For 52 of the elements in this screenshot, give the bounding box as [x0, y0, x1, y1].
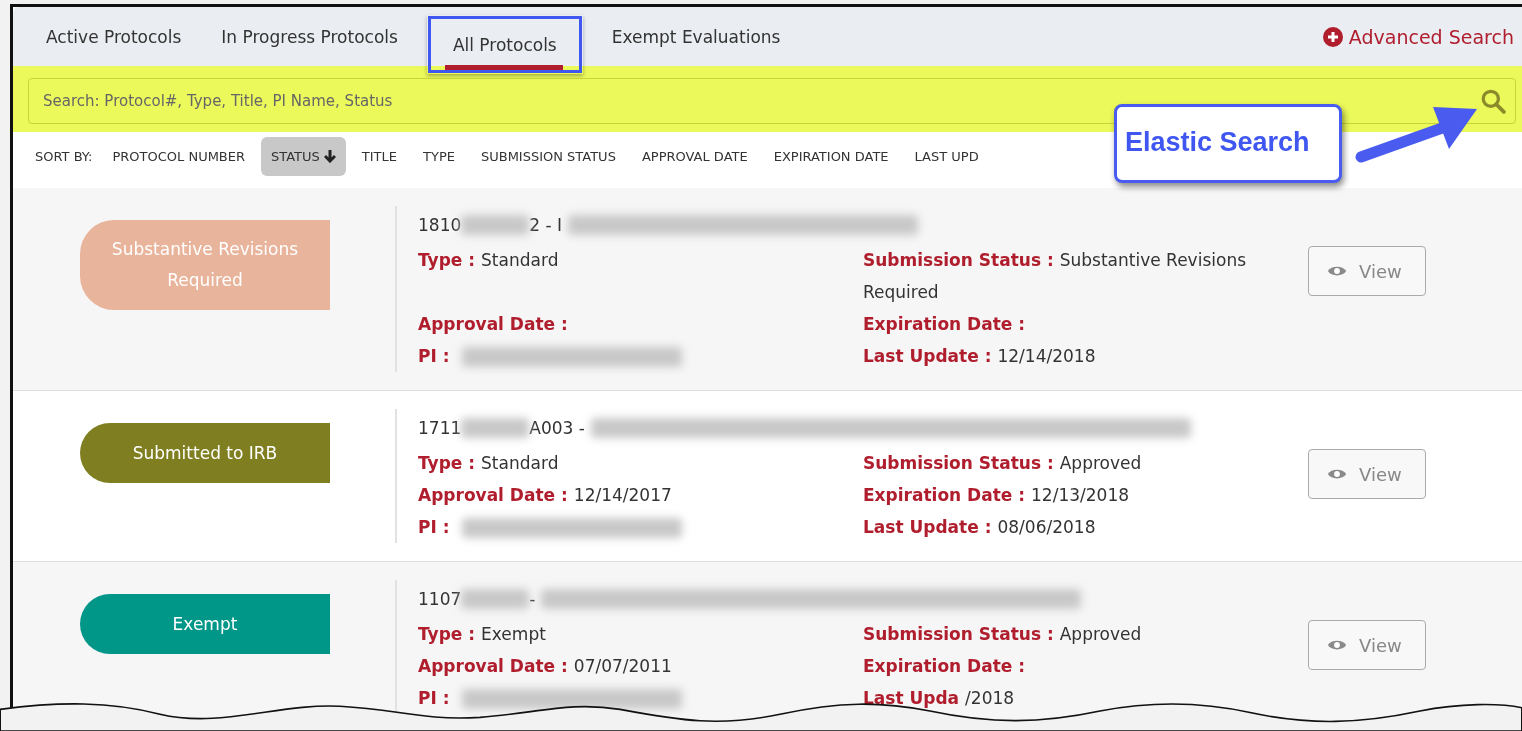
tab[interactable]: In Progress Protocols [210, 7, 409, 66]
status-badge: Substantive Revisions Required [80, 220, 330, 310]
redaction-blur [461, 215, 530, 235]
eye-icon [1327, 638, 1347, 652]
tab[interactable]: Active Protocols [35, 7, 193, 66]
status-badge: Exempt [80, 594, 330, 654]
eye-icon [1327, 467, 1347, 481]
sort-option[interactable]: SUBMISSION STATUS [470, 136, 626, 176]
callout: Elastic Search [1114, 104, 1342, 183]
protocol-number: 1107 [418, 589, 462, 609]
protocol-number: 1711 [418, 418, 462, 438]
search-field[interactable]: Search: Protocol#, Type, Title, PI Name, Status [28, 78, 1516, 124]
field-text: Last Upda /2018 [863, 687, 1016, 710]
field-text: Submission Status : Approved [863, 452, 1143, 475]
field-text: Type : Standard [418, 249, 560, 272]
field-text: Type : Exempt [418, 623, 547, 646]
tab[interactable]: All Protocols [426, 15, 583, 74]
protocol-number: - [529, 589, 536, 609]
sort-option[interactable]: LAST UPD [904, 136, 989, 176]
field-text: Expiration Date : [863, 655, 1027, 678]
field-text: Approval Date : 12/14/2017 [418, 484, 673, 507]
field-label: PI : [418, 517, 450, 537]
field-text: Submission Status : Substantive Revisions Required [863, 249, 1248, 304]
down-arrow-icon [323, 149, 336, 163]
field-text: Type : Standard [418, 452, 560, 475]
field-text: Expiration Date : 12/13/2018 [863, 484, 1131, 507]
field-label: PI : [418, 688, 450, 708]
plus-circle-icon [1322, 26, 1343, 47]
redaction-blur [461, 589, 530, 609]
protocol-number: 2 - I [529, 215, 563, 235]
search-icon[interactable] [1480, 88, 1506, 114]
field-text: Expiration Date : [863, 313, 1027, 336]
sort-option[interactable]: TITLE [351, 136, 407, 176]
field-label: PI : [418, 346, 450, 366]
redaction-blur [461, 418, 530, 438]
sort-option[interactable]: APPROVAL DATE [631, 136, 758, 176]
protocol-number: 1810 [418, 215, 462, 235]
sort-label: SORT BY: [35, 148, 93, 164]
sort-option[interactable]: TYPE [413, 136, 465, 176]
protocol-number: A003 - [529, 418, 585, 438]
tab[interactable]: Exempt Evaluations [600, 7, 792, 66]
advanced-search-link[interactable]: Advanced Search [1322, 25, 1514, 48]
field-text: Approval Date : 07/07/2011 [418, 655, 673, 678]
sort-option[interactable]: PROTOCOL NUMBER [102, 136, 256, 176]
field-text: Last Update : 08/06/2018 [863, 516, 1097, 539]
field-text: Last Update : 12/14/2018 [863, 345, 1097, 368]
status-badge: Submitted to IRB [80, 423, 330, 483]
field-text: Approval Date : [418, 313, 569, 336]
field-text: Submission Status : Approved [863, 623, 1143, 646]
sort-option[interactable]: STATUS [261, 136, 346, 176]
sort-option[interactable]: EXPIRATION DATE [763, 136, 899, 176]
eye-icon [1327, 264, 1347, 278]
